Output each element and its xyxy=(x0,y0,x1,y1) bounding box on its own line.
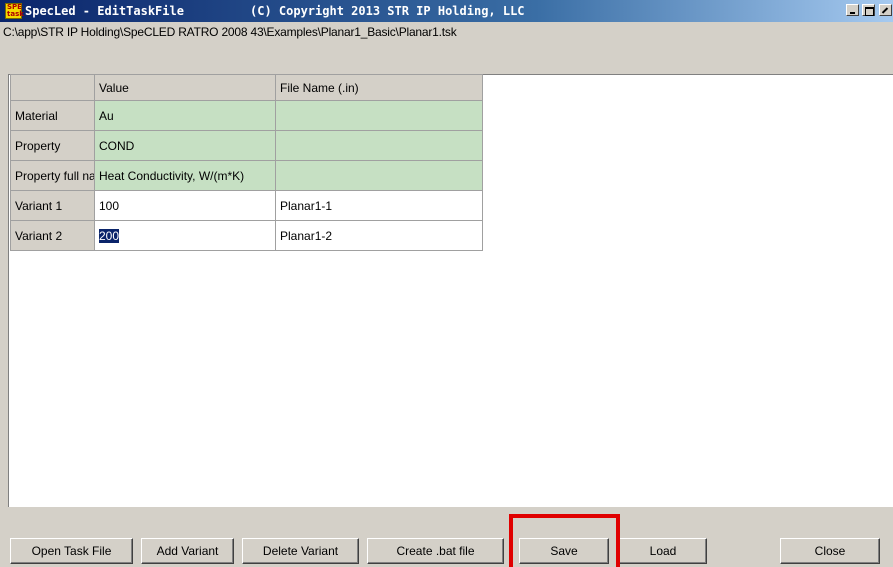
app-icon: SPE task xyxy=(5,3,24,19)
close-button[interactable]: Close xyxy=(780,538,880,564)
left-edge xyxy=(0,42,8,507)
window-copyright: (C) Copyright 2013 STR IP Holding, LLC xyxy=(250,4,525,18)
cell-file[interactable] xyxy=(275,100,483,131)
maximize-icon xyxy=(865,7,874,16)
row-label: Material xyxy=(10,100,95,131)
file-path-bar: C:\app\STR IP Holding\SpeCLED RATRO 2008… xyxy=(0,22,893,42)
cell-value[interactable]: COND xyxy=(94,130,276,161)
row-label: Property xyxy=(10,130,95,161)
app-icon-label: SPE task xyxy=(7,3,24,18)
selected-value-text[interactable]: 200 xyxy=(99,228,120,243)
file-path: C:\app\STR IP Holding\SpeCLED RATRO 2008… xyxy=(3,25,457,39)
maximize-button[interactable] xyxy=(862,4,875,16)
cell-value[interactable]: 100 xyxy=(94,190,276,221)
title-bar: SPE task SpecLed - EditTaskFile (C) Copy… xyxy=(0,0,893,22)
grid-row-property-full-name: Property full name Heat Conductivity, W/… xyxy=(10,160,483,191)
cell-value[interactable]: Au xyxy=(94,100,276,131)
row-label: Variant 1 xyxy=(10,190,95,221)
header-file-name[interactable]: File Name (.in) xyxy=(275,74,483,101)
grid-row-variant-1: Variant 1 100 Planar1-1 xyxy=(10,190,483,221)
minimize-icon xyxy=(850,12,855,14)
grid-row-material: Material Au xyxy=(10,100,483,131)
grid-row-variant-2: Variant 2 200 Planar1-2 xyxy=(10,220,483,251)
cell-value[interactable]: 200 xyxy=(94,220,276,251)
add-variant-button[interactable]: Add Variant xyxy=(141,538,234,564)
minimize-button[interactable] xyxy=(846,4,859,16)
grid-corner-cell xyxy=(10,74,95,101)
open-task-file-button[interactable]: Open Task File xyxy=(10,538,133,564)
cell-file[interactable] xyxy=(275,160,483,191)
load-button[interactable]: Load xyxy=(619,538,707,564)
cell-file[interactable] xyxy=(275,130,483,161)
row-label: Variant 2 xyxy=(10,220,95,251)
cell-file[interactable]: Planar1-1 xyxy=(275,190,483,221)
grid-header-row: Value File Name (.in) xyxy=(10,74,483,101)
save-button[interactable]: Save xyxy=(519,538,609,564)
delete-variant-button[interactable]: Delete Variant xyxy=(242,538,359,564)
row-label: Property full name xyxy=(10,160,95,191)
create-bat-file-button[interactable]: Create .bat file xyxy=(367,538,504,564)
row-label-text: Property full name xyxy=(15,168,95,183)
cell-value[interactable]: Heat Conductivity, W/(m*K) xyxy=(94,160,276,191)
cell-file[interactable]: Planar1-2 xyxy=(275,220,483,251)
close-icon xyxy=(881,7,889,14)
header-value[interactable]: Value xyxy=(94,74,276,101)
window-title: SpecLed - EditTaskFile xyxy=(25,4,184,18)
task-grid: Value File Name (.in) Material Au Proper… xyxy=(10,74,483,251)
grid-row-property: Property COND xyxy=(10,130,483,161)
close-window-button[interactable] xyxy=(879,4,892,16)
